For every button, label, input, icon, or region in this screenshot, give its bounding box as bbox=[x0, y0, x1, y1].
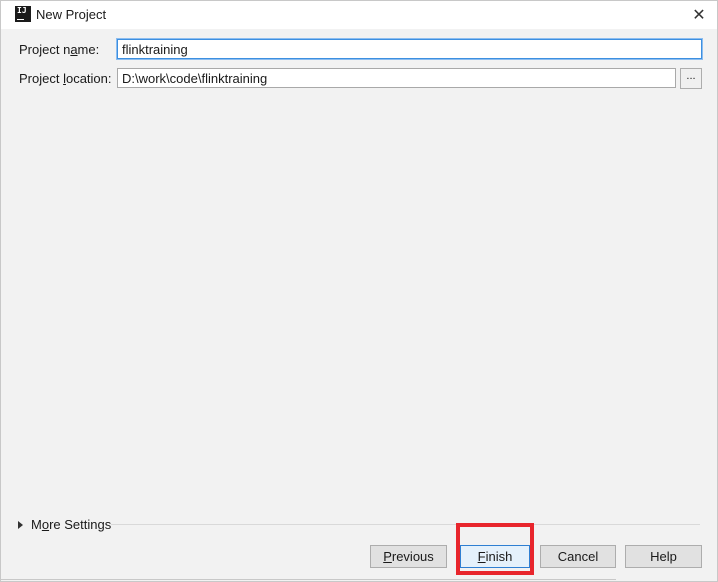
close-icon[interactable]: ✕ bbox=[689, 5, 709, 25]
finish-button[interactable]: Finish bbox=[460, 545, 530, 568]
browse-button[interactable]: ... bbox=[680, 68, 702, 89]
window-title: New Project bbox=[36, 7, 107, 22]
bottom-border bbox=[1, 579, 616, 580]
separator bbox=[111, 524, 700, 525]
project-location-label: Project location: bbox=[19, 71, 112, 86]
expand-triangle-icon bbox=[18, 520, 23, 529]
more-settings-toggle[interactable]: More Settings bbox=[18, 517, 111, 532]
project-name-label: Project name: bbox=[19, 42, 100, 57]
project-name-row: Project name: bbox=[19, 42, 99, 57]
project-name-input[interactable] bbox=[117, 39, 702, 59]
project-location-input[interactable] bbox=[117, 68, 676, 88]
new-project-dialog: IJ New Project ✕ Project name: Project l… bbox=[0, 0, 718, 582]
title-bar: IJ New Project ✕ bbox=[1, 1, 717, 29]
project-location-row: Project location: bbox=[19, 71, 112, 86]
previous-button[interactable]: Previous bbox=[370, 545, 447, 568]
intellij-app-icon: IJ bbox=[15, 6, 31, 22]
cancel-button[interactable]: Cancel bbox=[540, 545, 616, 568]
help-button[interactable]: Help bbox=[625, 545, 702, 568]
more-settings-label: More Settings bbox=[31, 517, 112, 532]
